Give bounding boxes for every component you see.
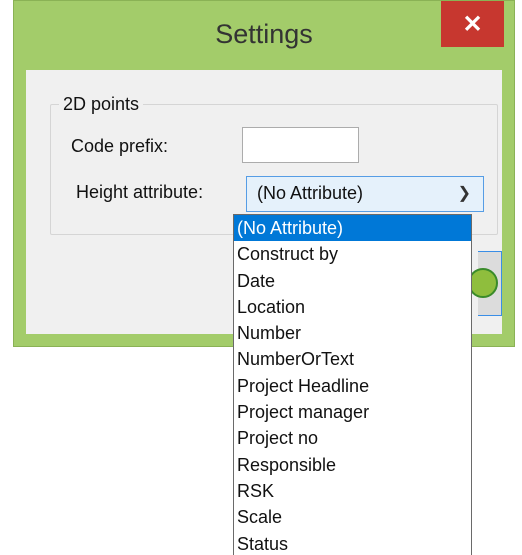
list-item[interactable]: Project no (234, 425, 471, 451)
list-item[interactable]: Project Headline (234, 373, 471, 399)
height-attribute-label: Height attribute: (76, 182, 204, 202)
title-bar[interactable]: Settings ✕ (14, 1, 514, 65)
confirm-icon (468, 268, 498, 298)
code-prefix-input[interactable] (242, 127, 359, 163)
list-item[interactable]: Status (234, 531, 471, 555)
dialog-title: Settings (215, 19, 313, 49)
list-item[interactable]: RSK (234, 478, 471, 504)
combobox-selected-value: (No Attribute) (257, 183, 364, 203)
height-attribute-dropdown-list[interactable]: (No Attribute) Construct by Date Locatio… (233, 214, 472, 555)
list-item[interactable]: Date (234, 268, 471, 294)
group-label: 2D points (59, 94, 144, 115)
list-item[interactable]: Construct by (234, 241, 471, 267)
height-attribute-combobox[interactable]: (No Attribute) ❯ (246, 176, 484, 212)
list-item[interactable]: Scale (234, 504, 471, 530)
list-item[interactable]: Location (234, 294, 471, 320)
list-item[interactable]: Project manager (234, 399, 471, 425)
list-item[interactable]: (No Attribute) (234, 215, 471, 242)
close-button[interactable]: ✕ (441, 1, 504, 47)
list-item[interactable]: Responsible (234, 452, 471, 478)
chevron-down-icon: ❯ (457, 185, 471, 202)
list-item[interactable]: NumberOrText (234, 346, 471, 372)
ok-button[interactable] (468, 251, 502, 316)
close-icon: ✕ (462, 10, 483, 38)
list-item[interactable]: Number (234, 320, 471, 346)
code-prefix-label: Code prefix: (71, 136, 169, 156)
